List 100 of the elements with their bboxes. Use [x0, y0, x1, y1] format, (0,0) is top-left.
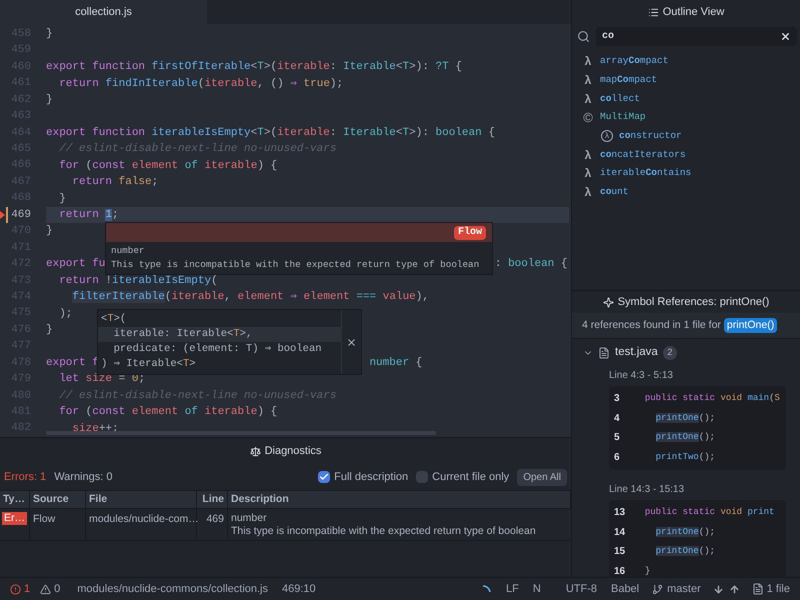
symbol-icon: © [582, 108, 594, 128]
warning-count[interactable]: 0 [54, 580, 60, 598]
file-count[interactable]: 1 file [766, 580, 790, 598]
column-header[interactable]: Source [30, 491, 86, 508]
scale-icon [250, 446, 261, 456]
outline-item[interactable]: © MultiMap [572, 108, 800, 127]
file-row[interactable]: test.java 2 [572, 342, 800, 364]
search-icon [577, 30, 590, 42]
summary-text: 4 references found in 1 file for [582, 318, 721, 333]
code-line: printOne(); [654, 412, 716, 424]
editor-tab[interactable]: collection.js [0, 0, 207, 24]
code-line: return 1; [58, 208, 119, 224]
count-badge: 2 [662, 346, 677, 360]
outline-item[interactable]: λ iterableContains [572, 164, 800, 183]
line-range: Line 14:3 - 15:13 [608, 482, 686, 496]
code-line: } [58, 192, 66, 207]
code-line: printOne(); [654, 545, 716, 558]
signature-line: predicate: (element: T) ⇒ boolean [112, 342, 323, 357]
progress-icon [482, 584, 492, 594]
symbol-name: collect [600, 92, 640, 106]
symbol-name: MultiMap [600, 110, 646, 124]
close-icon[interactable] [780, 30, 791, 42]
signature-line: ) ⇒ Iterable<T> [100, 357, 197, 372]
cursor-position[interactable]: 469:10 [282, 580, 316, 598]
grammar[interactable]: Babel [610, 580, 640, 598]
column-header[interactable]: File [86, 491, 197, 508]
encoding[interactable]: UTF-8 [566, 580, 597, 598]
code-line: public static void print [644, 506, 774, 519]
symbol-name: mapCompact [600, 72, 658, 87]
symbol-name: concatIterators [600, 148, 686, 162]
code-line: } [46, 224, 53, 240]
checkbox-label: Full description [334, 470, 408, 485]
symbol-icon: λ [582, 90, 594, 108]
code-line: ); [58, 306, 72, 322]
symbol-name: constructor [619, 128, 682, 143]
line-number: 6 [613, 450, 621, 465]
sparkle-icon [602, 296, 614, 308]
error-count: Errors: 1 [4, 470, 46, 485]
code-line: export function firstOfIterable<T>(iterable: Iterable<T>): ?T { [46, 60, 462, 76]
checkbox-label: Current file only [432, 470, 510, 485]
code-line: filterIterable(iterable, element ⇒ element === value), [71, 290, 429, 306]
tooltip-message: This type is incompatible with the expected return type of boolean [111, 258, 480, 272]
code-line: // eslint-disable-next-line no-unused-vars [58, 388, 336, 404]
line-number: 13 [613, 506, 626, 520]
branch-icon [652, 584, 664, 594]
symbol-icon: λ [601, 130, 613, 142]
outline-item[interactable]: λ constructor [572, 126, 800, 146]
checkbox[interactable] [318, 471, 330, 483]
code-line: return !iterableIsEmpty( [58, 274, 218, 289]
line-number: 5 [613, 431, 621, 446]
code-line: // eslint-disable-next-line no-unused-vars [58, 142, 336, 158]
code-line: : boolean { [494, 257, 568, 272]
mode-indicator[interactable]: N [532, 580, 541, 598]
line-number: 3 [613, 392, 621, 406]
outline-item[interactable]: λ count [572, 182, 800, 202]
code-line: } [46, 323, 53, 338]
warning-icon [40, 584, 52, 594]
column-header[interactable]: Ty… [0, 491, 30, 508]
code-line: } [46, 27, 53, 42]
signature-line: <T>( [100, 312, 128, 327]
close-icon[interactable] [346, 336, 357, 348]
source-badge: Flow [454, 226, 486, 240]
search-field[interactable]: co [596, 26, 797, 46]
code-line: } [644, 564, 650, 577]
symbol-icon: λ [582, 71, 594, 90]
checkbox[interactable] [416, 471, 428, 483]
panel-title: Symbol References: printOne() [618, 294, 770, 310]
outline-item[interactable]: λ concatIterators [572, 145, 800, 164]
symbol-badge: printOne() [724, 318, 778, 333]
symbol-icon: λ [582, 146, 594, 164]
code-line: for (const element of iterable) { [58, 405, 278, 420]
code-line: return findInIterable(iterable, () ⇒ true); [58, 76, 344, 92]
file-name: test.java [615, 345, 658, 360]
code-line: printOne(); [654, 526, 716, 538]
outline-item[interactable]: λ collect [572, 89, 800, 108]
tooltip-type: number [111, 244, 146, 258]
code-line: public static void main(S [644, 392, 780, 405]
file-icon [752, 583, 764, 595]
line-ending[interactable]: LF [506, 580, 519, 598]
error-count[interactable]: 1 [24, 580, 30, 598]
panel-title: Outline View [662, 4, 724, 20]
open-all-button[interactable]: Open All [517, 468, 567, 486]
code-line: number { [369, 356, 422, 371]
table-cell: Flow [33, 513, 56, 525]
description-title: number [231, 512, 268, 525]
outline-item[interactable]: λ arrayCompact [572, 52, 800, 71]
column-header[interactable]: Line [197, 491, 228, 508]
fetch-icon[interactable] [712, 584, 724, 594]
code-line: export fu [46, 257, 106, 272]
symbol-icon: λ [582, 52, 594, 70]
branch-name[interactable]: master [667, 580, 701, 598]
column-header[interactable]: Description [228, 491, 571, 508]
push-icon[interactable] [728, 584, 740, 594]
file-icon [598, 347, 610, 359]
outline-item[interactable]: λ mapCompact [572, 70, 800, 90]
symbol-icon: λ [582, 183, 594, 202]
line-number: 16 [613, 564, 626, 577]
file-path[interactable]: modules/nuclide-commons/collection.js [77, 580, 268, 598]
line-number: 14 [613, 526, 626, 540]
code-line: export function iterableIsEmpty<T>(iterable: Iterable<T>): boolean { [46, 126, 495, 141]
